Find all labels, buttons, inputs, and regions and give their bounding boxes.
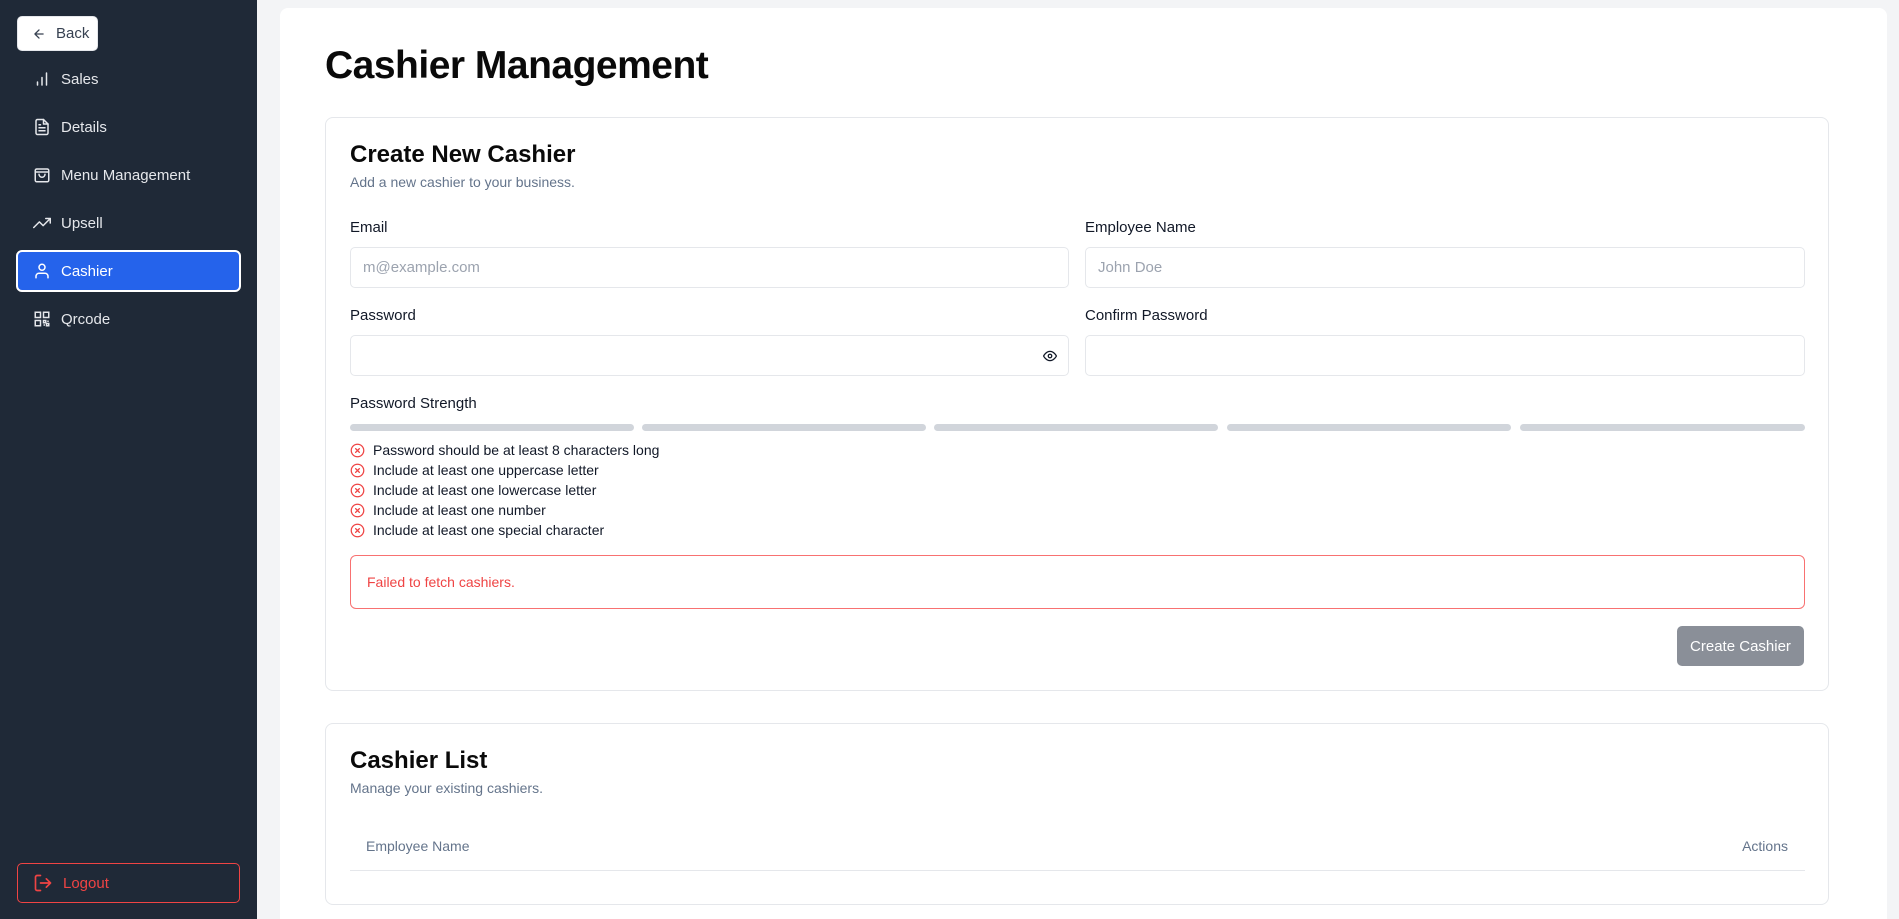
requirement-text: Include at least one uppercase letter (373, 462, 599, 478)
employee-name-field[interactable]: John Doe (1085, 247, 1805, 288)
requirement-text: Include at least one lowercase letter (373, 482, 597, 498)
confirm-password-label: Confirm Password (1085, 307, 1208, 324)
arrow-left-icon (34, 28, 44, 39)
requirement-item: Include at least one special character (350, 522, 604, 538)
create-cashier-button[interactable]: Create Cashier (1677, 626, 1804, 666)
sidebar-item-sales[interactable]: Sales (16, 58, 241, 100)
requirement-text: Include at least one number (373, 502, 546, 518)
x-circle-icon (350, 483, 365, 497)
logout-button[interactable]: Logout (17, 863, 240, 903)
password-label: Password (350, 307, 416, 324)
x-circle-icon (350, 463, 365, 477)
card-title: Cashier List (350, 747, 488, 774)
strength-segment (934, 424, 1218, 431)
sidebar-item-label: Cashier (61, 262, 113, 280)
user-icon (35, 263, 49, 279)
sidebar-item-label: Upsell (61, 214, 103, 232)
sidebar-item-label: Sales (61, 70, 99, 88)
sidebar-item-label: Details (61, 118, 107, 136)
trending-up-icon (33, 217, 51, 229)
eye-icon[interactable] (1042, 349, 1058, 363)
create-cashier-card: Create New Cashier Add a new cashier to … (325, 117, 1829, 691)
requirement-item: Include at least one lowercase letter (350, 482, 596, 498)
card-subtitle: Manage your existing cashiers. (350, 780, 543, 796)
requirement-item: Password should be at least 8 characters… (350, 442, 659, 458)
strength-segment (1520, 424, 1805, 431)
sidebar-item-cashier[interactable]: Cashier (16, 250, 241, 292)
strength-segment (350, 424, 634, 431)
sidebar: Back Sales Details Menu Management Upsel… (0, 0, 257, 919)
x-circle-icon (350, 443, 365, 457)
email-field[interactable]: m@example.com (350, 247, 1069, 288)
confirm-password-field[interactable] (1085, 335, 1805, 376)
qrcode-icon (34, 311, 50, 327)
column-header-employee-name: Employee Name (366, 838, 470, 854)
strength-segment (642, 424, 926, 431)
x-circle-icon (350, 523, 365, 537)
x-circle-icon (350, 503, 365, 517)
document-icon (35, 118, 49, 136)
back-button[interactable]: Back (17, 16, 98, 51)
page-title: Cashier Management (325, 44, 709, 87)
sidebar-item-upsell[interactable]: Upsell (16, 202, 241, 244)
requirement-item: Include at least one uppercase letter (350, 462, 599, 478)
column-header-actions: Actions (1742, 838, 1788, 854)
requirement-item: Include at least one number (350, 502, 546, 518)
cashier-list-card: Cashier List Manage your existing cashie… (325, 723, 1829, 905)
bar-chart-icon (36, 72, 48, 86)
table-divider (350, 870, 1805, 871)
card-subtitle: Add a new cashier to your business. (350, 174, 575, 190)
employee-name-placeholder: John Doe (1098, 259, 1163, 276)
password-strength-label: Password Strength (350, 395, 477, 412)
strength-segment (1227, 424, 1511, 431)
logout-label: Logout (63, 874, 109, 892)
requirement-text: Include at least one special character (373, 522, 605, 538)
logout-icon (34, 874, 52, 892)
error-alert: Failed to fetch cashiers. (350, 555, 1805, 609)
email-label: Email (350, 219, 388, 236)
sidebar-item-label: Qrcode (61, 310, 111, 328)
card-title: Create New Cashier (350, 141, 576, 168)
requirement-text: Password should be at least 8 characters… (373, 442, 660, 458)
sidebar-item-details[interactable]: Details (16, 106, 241, 148)
password-field[interactable] (350, 335, 1069, 376)
email-placeholder: m@example.com (363, 259, 480, 276)
sidebar-item-label: Menu Management (61, 166, 191, 184)
main-content: Cashier Management Create New Cashier Ad… (280, 8, 1887, 919)
error-text: Failed to fetch cashiers. (367, 574, 515, 590)
employee-name-label: Employee Name (1085, 219, 1196, 236)
sidebar-item-qrcode[interactable]: Qrcode (16, 298, 241, 340)
sidebar-item-menu-management[interactable]: Menu Management (16, 154, 241, 196)
back-label: Back (56, 25, 90, 42)
shopping-bag-icon (34, 168, 50, 183)
